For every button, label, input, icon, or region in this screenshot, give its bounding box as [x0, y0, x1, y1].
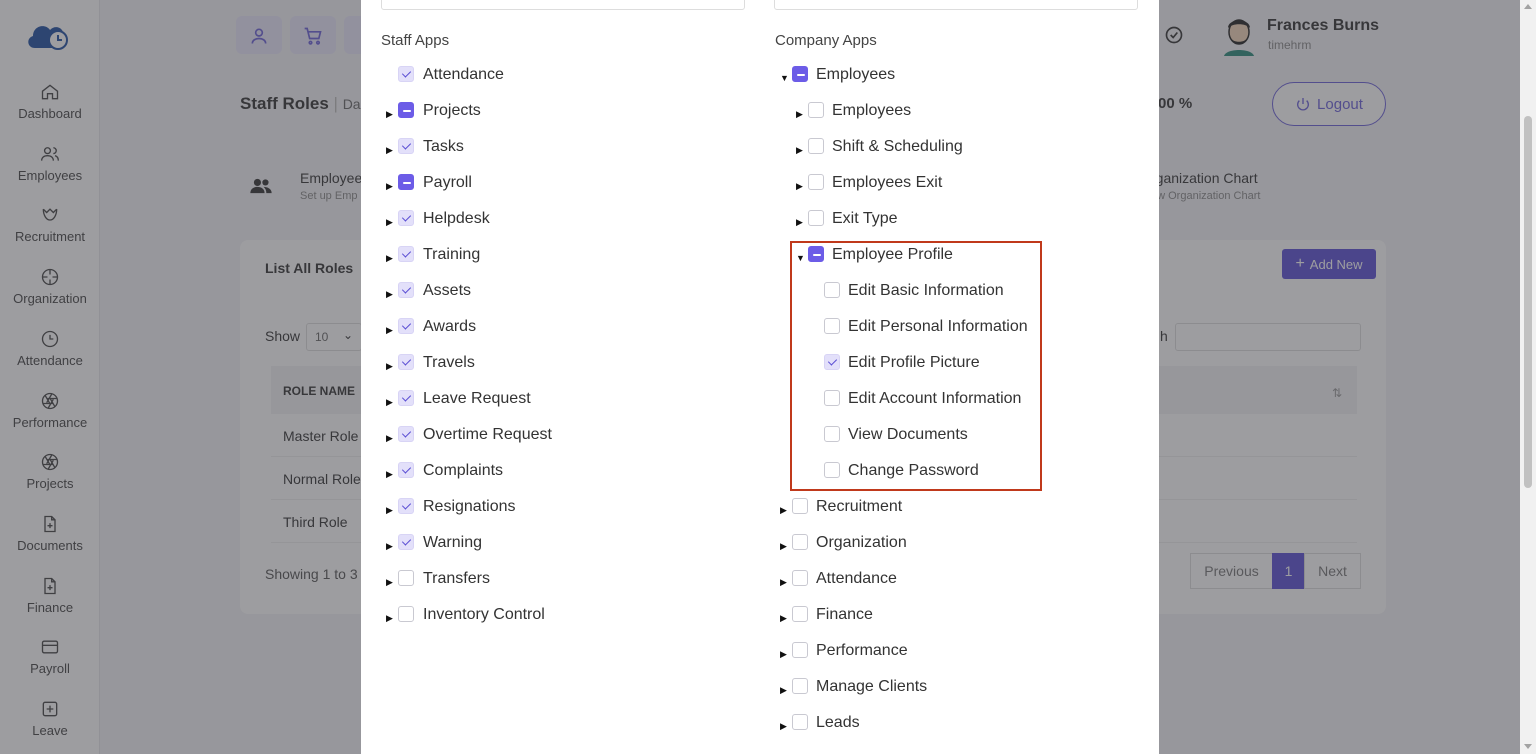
- permission-checkbox[interactable]: [792, 642, 808, 658]
- expand-arrow-icon[interactable]: ▶: [796, 181, 803, 192]
- permission-label: Exit Type: [832, 210, 898, 227]
- permission-label: Finance: [816, 606, 873, 623]
- permission-checkbox[interactable]: [792, 498, 808, 514]
- permission-checkbox[interactable]: [808, 174, 824, 190]
- company-app-item[interactable]: ▶ Attendance: [361, 568, 1151, 592]
- permission-label: Manage Clients: [816, 678, 928, 695]
- permission-label: Leads: [816, 714, 860, 731]
- company-app-item[interactable]: ▶ Shift & Scheduling: [361, 136, 1151, 160]
- company-app-item[interactable]: ▶ Organization: [361, 532, 1151, 556]
- page-scrollbar[interactable]: [1520, 0, 1536, 754]
- expand-arrow-icon[interactable]: ▶: [780, 721, 787, 732]
- company-app-item[interactable]: ▶ Employees Exit: [361, 172, 1151, 196]
- role-access-select[interactable]: [774, 0, 1138, 10]
- permission-checkbox[interactable]: [792, 606, 808, 622]
- permission-label: Employees Exit: [832, 174, 943, 191]
- expand-arrow-icon[interactable]: ▶: [780, 613, 787, 624]
- permission-label: Recruitment: [816, 498, 903, 515]
- company-app-item[interactable]: ▶ Performance: [361, 640, 1151, 664]
- permission-checkbox[interactable]: [808, 210, 824, 226]
- permission-checkbox[interactable]: [808, 102, 824, 118]
- permission-label: Shift & Scheduling: [832, 138, 963, 155]
- permission-checkbox[interactable]: [808, 138, 824, 154]
- expand-arrow-icon[interactable]: ▶: [796, 217, 803, 228]
- expand-arrow-icon[interactable]: ▶: [780, 685, 787, 696]
- company-app-item[interactable]: ▶ Exit Type: [361, 208, 1151, 232]
- company-app-item[interactable]: ▶ Leads: [361, 712, 1151, 736]
- permission-checkbox[interactable]: [792, 714, 808, 730]
- highlight-box: [790, 241, 1042, 491]
- company-app-item[interactable]: ▼ Employees: [361, 64, 1151, 88]
- company-app-item[interactable]: ▶ Manage Clients: [361, 676, 1151, 700]
- permission-checkbox[interactable]: [792, 66, 808, 82]
- company-app-item[interactable]: ▶ Recruitment: [361, 496, 1151, 520]
- collapse-arrow-icon[interactable]: ▼: [780, 73, 789, 83]
- permission-checkbox[interactable]: [792, 570, 808, 586]
- expand-arrow-icon[interactable]: ▶: [780, 649, 787, 660]
- expand-arrow-icon[interactable]: ▶: [780, 505, 787, 516]
- company-apps-heading: Company Apps: [775, 32, 877, 49]
- expand-arrow-icon[interactable]: ▶: [780, 577, 787, 588]
- permission-checkbox[interactable]: [792, 678, 808, 694]
- permission-label: Employees: [816, 66, 896, 83]
- scroll-down-icon[interactable]: [1524, 744, 1532, 749]
- expand-arrow-icon[interactable]: ▶: [796, 109, 803, 120]
- permission-label: Attendance: [816, 570, 897, 587]
- permission-label: Performance: [816, 642, 908, 659]
- role-name-input[interactable]: [381, 0, 745, 10]
- expand-arrow-icon[interactable]: ▶: [780, 541, 787, 552]
- permission-checkbox[interactable]: [792, 534, 808, 550]
- company-app-item[interactable]: ▶ Finance: [361, 604, 1151, 628]
- permission-label: Organization: [816, 534, 907, 551]
- scroll-up-icon[interactable]: [1524, 4, 1532, 9]
- expand-arrow-icon[interactable]: ▶: [796, 145, 803, 156]
- scrollbar-thumb[interactable]: [1524, 116, 1532, 488]
- staff-apps-heading: Staff Apps: [381, 32, 450, 49]
- company-app-item[interactable]: ▶ Employees: [361, 100, 1151, 124]
- permission-label: Employees: [832, 102, 912, 119]
